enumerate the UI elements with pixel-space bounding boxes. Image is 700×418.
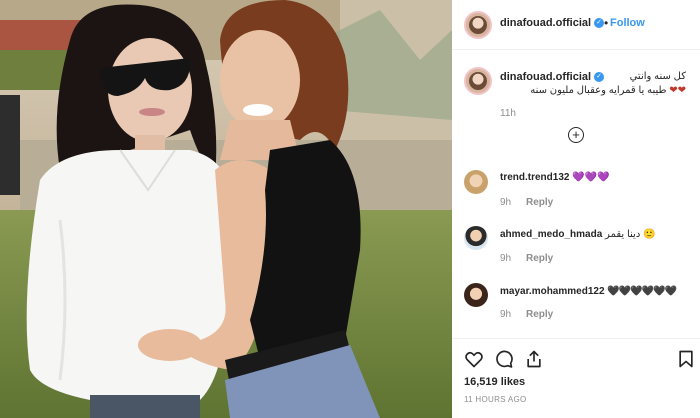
comment-username-text[interactable]: mayar.mohammed122 [500, 286, 605, 297]
caption-line-2-text: طيبه يا قمرايه وعقبال مليون سنه [530, 85, 667, 96]
caption-avatar[interactable] [464, 67, 492, 95]
caption-line-1: كل سنه وانتي [629, 71, 686, 82]
comment-icon[interactable] [494, 349, 514, 369]
comment-text: دينا يقمر 🙂 [605, 229, 656, 240]
caption-username-text[interactable]: dinafouad.official [500, 71, 591, 83]
comment-time[interactable]: 9h [500, 197, 511, 208]
follow-button[interactable]: Follow [610, 17, 645, 29]
author-username-text[interactable]: dinafouad.official [500, 17, 591, 29]
caption-hearts: ❤❤ [669, 85, 686, 96]
comment-avatar[interactable] [464, 283, 488, 307]
comment-text: 💜💜💜 [572, 172, 610, 183]
comment-avatar[interactable] [464, 226, 488, 250]
author-avatar[interactable] [464, 11, 492, 39]
comment-username-text[interactable]: trend.trend132 [500, 172, 569, 183]
heart-icon[interactable] [464, 349, 484, 369]
caption-time[interactable]: 11h [500, 108, 516, 119]
post-timestamp[interactable]: 11 HOURS AGO [464, 395, 527, 404]
share-icon[interactable] [524, 349, 544, 369]
comment-username[interactable]: mayar.mohammed122 🖤🖤🖤🖤🖤🖤 [500, 286, 677, 297]
post-image [0, 0, 452, 418]
caption-username[interactable]: dinafouad.official ✓ [500, 71, 605, 83]
header-separator: • [604, 16, 609, 30]
comment-time[interactable]: 9h [500, 309, 511, 320]
reply-button[interactable]: Reply [526, 309, 553, 320]
instagram-post: dinafouad.official ✓ • Follow dinafouad.o… [0, 0, 700, 418]
verified-badge-icon: ✓ [594, 72, 605, 83]
reply-button[interactable]: Reply [526, 253, 553, 264]
verified-badge-icon: ✓ [594, 18, 605, 29]
reply-button[interactable]: Reply [526, 197, 553, 208]
comment-text: 🖤🖤🖤🖤🖤🖤 [607, 286, 677, 297]
post-sidebar: dinafouad.official ✓ • Follow dinafouad.o… [452, 0, 700, 418]
caption-line-2: ❤❤ طيبه يا قمرايه وعقبال مليون سنه [530, 85, 686, 96]
post-photo[interactable] [0, 0, 452, 418]
author-username[interactable]: dinafouad.official ✓ [500, 17, 605, 29]
post-header: dinafouad.official ✓ • Follow [452, 0, 700, 50]
comment-time[interactable]: 9h [500, 253, 511, 264]
likes-count[interactable]: 16,519 likes [464, 376, 525, 388]
comment-username-text[interactable]: ahmed_medo_hmada [500, 229, 602, 240]
bookmark-icon[interactable] [676, 349, 696, 369]
comment-avatar[interactable] [464, 170, 488, 194]
plus-circle-icon[interactable]: + [568, 127, 584, 143]
comment-username[interactable]: ahmed_medo_hmada دينا يقمر 🙂 [500, 229, 656, 240]
comment-username[interactable]: trend.trend132 💜💜💜 [500, 172, 610, 183]
